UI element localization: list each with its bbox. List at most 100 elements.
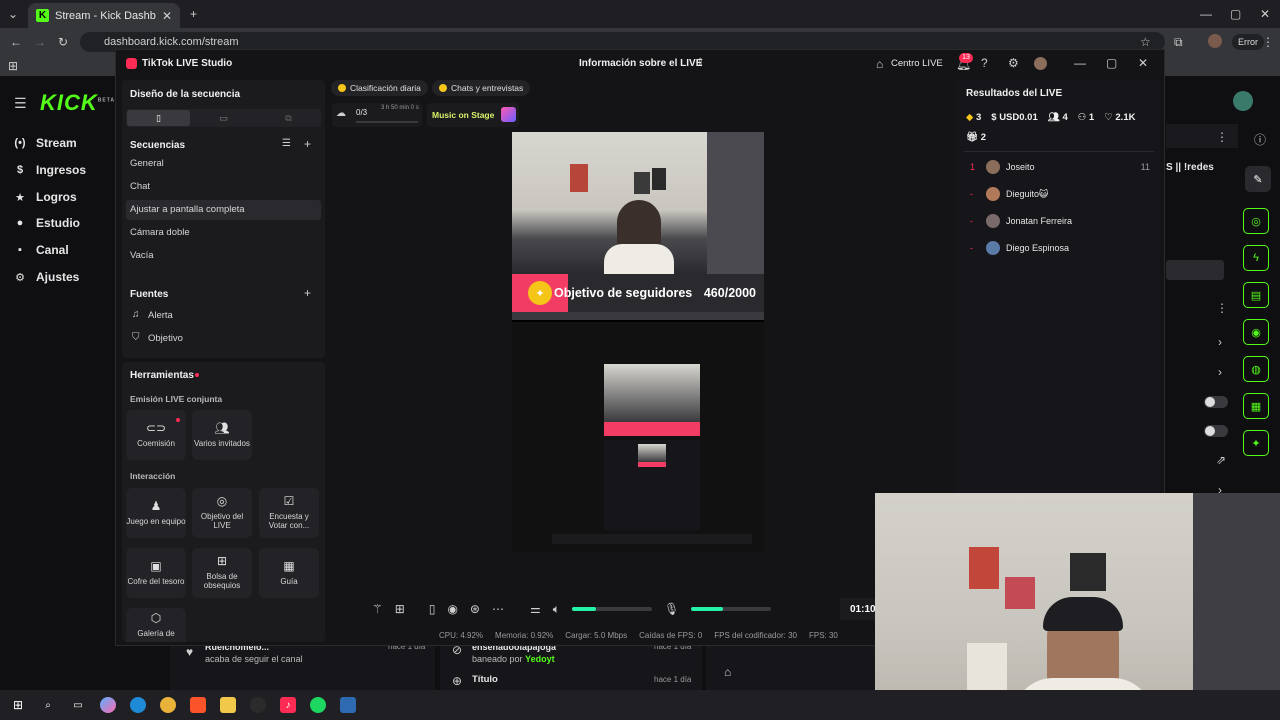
source-item-goal[interactable]: Objetivo — [148, 333, 183, 344]
tiktok-avatar[interactable] — [1034, 57, 1047, 70]
sequence-item[interactable]: General — [126, 154, 321, 174]
kick-nav-estudio[interactable]: ● Estudio — [14, 216, 80, 230]
poll-button[interactable]: ☑ Encuesta y Votar con... — [259, 488, 319, 538]
rotate-icon[interactable]: ⊛ — [470, 603, 480, 615]
minimize-window-icon[interactable]: — — [1074, 57, 1086, 69]
treasure-chest-button[interactable]: ▣ Cofre del tesoro — [126, 548, 186, 598]
panel-more-icon-2[interactable]: ⋮ — [1216, 302, 1228, 314]
result-row[interactable]: - Diego Espinosa — [970, 241, 1150, 255]
kick-nav-ingresos[interactable]: $ Ingresos — [14, 163, 86, 177]
record-icon[interactable]: ◉ — [447, 603, 457, 615]
microphone-icon[interactable]: 🎙︎ — [664, 603, 679, 615]
new-tab-icon[interactable]: + — [190, 8, 197, 20]
dual-layout-icon[interactable]: ⧉ — [257, 110, 320, 126]
gallery-button[interactable]: ⬡ Galería de — [126, 608, 186, 642]
maximize-window-icon[interactable]: ▢ — [1106, 57, 1117, 69]
reload-icon[interactable]: ↻ — [58, 36, 68, 48]
source-item-alert[interactable]: Alerta — [148, 310, 173, 321]
sequence-item[interactable]: Vacía — [126, 246, 321, 266]
chats-chip[interactable]: Chats y entrevistas — [432, 80, 531, 96]
result-row[interactable]: 1 Joseito 11 — [970, 160, 1150, 174]
portrait-icon[interactable]: ▯ — [127, 110, 190, 126]
chevron-right-icon-2[interactable]: › — [1218, 366, 1222, 378]
sequence-item[interactable]: Cámara doble — [126, 223, 321, 243]
sequence-item[interactable]: Chat — [126, 177, 321, 197]
edge-icon[interactable] — [130, 697, 146, 713]
brave-icon[interactable] — [190, 697, 206, 713]
phone-icon[interactable]: ▯ — [429, 603, 436, 615]
guide-button[interactable]: ▦ Guía — [259, 548, 319, 598]
minimize-browser-icon[interactable]: — — [1200, 8, 1212, 20]
panel-more-icon[interactable]: ⋮ — [1216, 131, 1228, 143]
spotify-icon[interactable] — [310, 697, 326, 713]
kick-nav-ajustes[interactable]: ⚙ Ajustes — [14, 270, 79, 284]
home-icon[interactable]: ⌂ — [876, 58, 883, 70]
volume-slider[interactable] — [571, 607, 652, 611]
team-game-button[interactable]: ♟ Juego en equipo — [126, 488, 186, 538]
browser-tab-kick[interactable]: K Stream - Kick Dashboard ✕ — [28, 3, 180, 28]
feed-ban-by[interactable]: Yedoyt — [525, 654, 555, 664]
mixer-icon[interactable]: ⚌ — [530, 603, 541, 615]
forward-icon[interactable]: → — [34, 36, 46, 48]
maximize-browser-icon[interactable]: ▢ — [1230, 8, 1241, 20]
close-browser-icon[interactable]: ✕ — [1260, 8, 1270, 20]
toggle-switch-1[interactable] — [1204, 396, 1228, 408]
task-view-icon[interactable]: ▭ — [70, 697, 86, 713]
clipboard-icon[interactable]: ▤ — [1243, 282, 1269, 308]
daily-ranking-chip[interactable]: Clasificación diaria — [331, 80, 428, 96]
bookmark-star-icon[interactable]: ☆ — [1140, 36, 1151, 48]
settings-gear-icon[interactable]: ⚙ — [1008, 57, 1019, 69]
mic-slider[interactable] — [691, 607, 772, 611]
list-icon[interactable]: ☰ — [282, 139, 291, 149]
kick-nav-stream[interactable]: (•) Stream — [14, 136, 76, 150]
kick-nav-canal[interactable]: ▪ Canal — [14, 243, 69, 257]
result-row[interactable]: - Dieguito😺 — [970, 187, 1150, 201]
gift-bag-button[interactable]: ⊞ Bolsa de obsequios — [192, 548, 252, 598]
kick-user-avatar[interactable] — [1233, 91, 1253, 111]
edit-pencil-icon[interactable]: ✎ — [1245, 166, 1271, 192]
speaker-icon[interactable]: 🔈︎ — [553, 603, 560, 615]
broadcast-icon[interactable]: ◍ — [1243, 356, 1269, 382]
back-icon[interactable]: ← — [10, 36, 22, 48]
magic-wand-icon[interactable]: ⚚ — [372, 603, 383, 615]
kick-input-partial[interactable] — [1166, 260, 1224, 280]
target-icon[interactable]: ◎ — [1243, 208, 1269, 234]
landscape-icon[interactable]: ▭ — [192, 110, 255, 126]
file-explorer-icon[interactable] — [220, 697, 236, 713]
live-goal-button[interactable]: ◎ Objetivo del LIVE — [192, 488, 252, 538]
hamburger-menu-icon[interactable]: ☰ — [14, 96, 27, 110]
add-sequence-icon[interactable]: + — [304, 138, 311, 150]
apps-grid-icon[interactable]: ⊞ — [8, 60, 18, 72]
bolt-icon[interactable]: ϟ — [1243, 245, 1269, 271]
toggle-switch-2[interactable] — [1204, 425, 1228, 437]
info-icon[interactable]: ⓘ — [1254, 134, 1266, 146]
tiktok-taskbar-icon[interactable]: ♪ — [280, 697, 296, 713]
copilot-icon[interactable] — [100, 697, 116, 713]
search-icon[interactable]: ⌕ — [40, 697, 56, 713]
share-icon[interactable]: ⇪ — [696, 58, 704, 68]
extensions-icon[interactable]: ⧉ — [1174, 36, 1183, 48]
chevron-right-icon[interactable]: › — [1218, 336, 1222, 348]
sequence-item[interactable]: Ajustar a pantalla completa — [126, 200, 321, 220]
add-scene-icon[interactable]: ⊞ — [395, 603, 405, 615]
windows-start-icon[interactable]: ⊞ — [10, 697, 26, 713]
more-options-icon[interactable]: ⋯ — [492, 603, 504, 615]
app-taskbar-icon[interactable] — [340, 697, 356, 713]
result-row[interactable]: - Jonatan Ferreira — [970, 214, 1150, 228]
close-window-icon[interactable]: ✕ — [1138, 57, 1148, 69]
music-on-stage-card[interactable]: Music on Stage — [427, 103, 519, 127]
add-source-icon[interactable]: + — [304, 287, 311, 299]
kick-nav-logros[interactable]: ★ Logros — [14, 190, 77, 204]
live-info-title[interactable]: Información sobre el LIVE — [579, 58, 702, 69]
external-chart-icon[interactable]: ⇗ — [1216, 454, 1226, 466]
close-tab-icon[interactable]: ✕ — [162, 10, 172, 22]
multi-guest-button[interactable]: 👥︎ Varios invitados — [192, 410, 252, 460]
chrome-icon[interactable] — [160, 697, 176, 713]
layers-icon[interactable]: ▦ — [1243, 393, 1269, 419]
obs-icon[interactable] — [250, 697, 266, 713]
profile-avatar[interactable] — [1208, 34, 1222, 48]
wrench-icon[interactable]: ✦ — [1243, 430, 1269, 456]
help-icon[interactable]: ? — [981, 57, 988, 69]
browser-menu-icon[interactable]: ⋮ — [1262, 36, 1274, 48]
tab-list-icon[interactable]: ⌄ — [8, 8, 18, 20]
